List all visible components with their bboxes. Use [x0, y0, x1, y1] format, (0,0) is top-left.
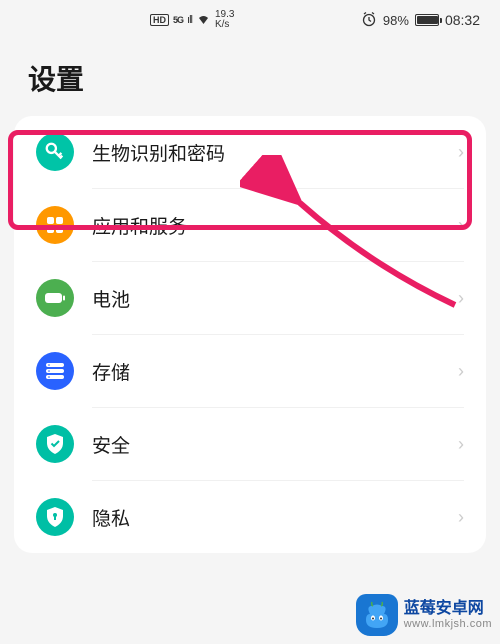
status-bar: HD 5G ıll 19.3 K/s 98% 08:32 [0, 0, 500, 38]
item-label: 存储 [92, 358, 458, 385]
key-icon [36, 133, 74, 171]
chevron-right-icon: › [458, 507, 464, 528]
item-label: 电池 [92, 285, 458, 312]
apps-icon [36, 206, 74, 244]
alarm-icon [361, 11, 377, 30]
battery-icon [36, 279, 74, 317]
settings-item-battery[interactable]: 电池 › [14, 262, 486, 334]
storage-icon [36, 352, 74, 390]
item-label: 应用和服务 [92, 212, 458, 239]
clock-time: 08:32 [445, 12, 480, 28]
shield-icon [36, 425, 74, 463]
page-title: 设置 [0, 38, 500, 116]
item-label: 生物识别和密码 [92, 139, 458, 166]
item-label: 隐私 [92, 504, 458, 531]
signal-icon: ıll [187, 14, 192, 26]
net-speed: 19.3 K/s [215, 10, 234, 30]
battery-percentage: 98% [383, 13, 409, 28]
settings-item-storage[interactable]: 存储 › [14, 335, 486, 407]
chevron-right-icon: › [458, 288, 464, 309]
chevron-right-icon: › [458, 215, 464, 236]
privacy-icon [36, 498, 74, 536]
watermark-logo [356, 594, 398, 636]
network-gen: 5G [173, 15, 183, 25]
watermark: 蓝莓安卓网 www.lmkjsh.com [356, 594, 492, 636]
settings-item-apps[interactable]: 应用和服务 › [14, 189, 486, 261]
wifi-icon [196, 13, 211, 28]
battery-indicator-icon [415, 14, 439, 26]
settings-item-security[interactable]: 安全 › [14, 408, 486, 480]
settings-item-biometrics[interactable]: 生物识别和密码 › [14, 116, 486, 188]
watermark-url: www.lmkjsh.com [404, 618, 492, 631]
hd-badge: HD [150, 14, 169, 26]
chevron-right-icon: › [458, 142, 464, 163]
item-label: 安全 [92, 431, 458, 458]
settings-item-privacy[interactable]: 隐私 › [14, 481, 486, 553]
chevron-right-icon: › [458, 361, 464, 382]
chevron-right-icon: › [458, 434, 464, 455]
watermark-title: 蓝莓安卓网 [404, 599, 492, 618]
settings-card: 生物识别和密码 › 应用和服务 › 电池 › 存储 › 安全 › [14, 116, 486, 553]
